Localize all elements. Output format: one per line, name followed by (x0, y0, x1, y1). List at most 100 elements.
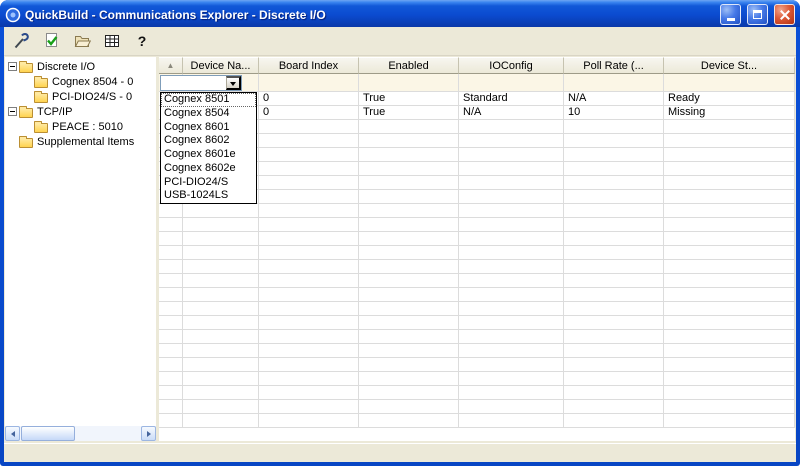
grid-cell (564, 74, 664, 92)
column-header-ioconfig[interactable]: IOConfig (459, 57, 564, 74)
grid-empty-row[interactable] (159, 372, 795, 386)
dropdown-option-cognex-8501[interactable]: Cognex 8501 (161, 93, 256, 107)
grid-cell (664, 344, 795, 358)
grid-empty-row[interactable] (159, 400, 795, 414)
grid-empty-row[interactable] (159, 414, 795, 428)
grid-cell (359, 330, 459, 344)
grid-empty-row[interactable] (159, 218, 795, 232)
column-header-device-st[interactable]: Device St... (664, 57, 795, 74)
grid-empty-row[interactable] (159, 316, 795, 330)
grid-cell (259, 358, 359, 372)
grid-cell (183, 204, 259, 218)
grid-cell (459, 316, 564, 330)
tree-item-peace-5010[interactable]: PEACE : 5010 (5, 119, 156, 134)
dropdown-option-usb-1024ls[interactable]: USB-1024LS (161, 189, 256, 203)
row-selector-cell (159, 386, 183, 400)
grid-cell (359, 274, 459, 288)
dropdown-option-cognex-8602[interactable]: Cognex 8602 (161, 134, 256, 148)
scroll-left-button[interactable] (5, 426, 20, 441)
grid-cell (664, 316, 795, 330)
close-button[interactable] (774, 4, 795, 25)
close-icon (779, 9, 791, 21)
grid-cell (359, 288, 459, 302)
app-icon (5, 7, 21, 23)
column-header-device-na[interactable]: Device Na... (183, 57, 259, 74)
column-header-enabled[interactable]: Enabled (359, 57, 459, 74)
row-selector-cell (159, 218, 183, 232)
tree-item-supplemental-items[interactable]: Supplemental Items (5, 134, 156, 149)
grid-cell: Ready (664, 92, 795, 106)
device-list-button[interactable] (99, 29, 125, 54)
grid-cell (259, 372, 359, 386)
window-title: QuickBuild - Communications Explorer - D… (25, 7, 326, 22)
maximize-button[interactable] (747, 4, 768, 25)
grid-cell (259, 204, 359, 218)
grid-cell (459, 162, 564, 176)
tree-item-discrete-i-o[interactable]: Discrete I/O (5, 59, 156, 74)
grid-empty-row[interactable] (159, 344, 795, 358)
tree-item-tcp-ip[interactable]: TCP/IP (5, 104, 156, 119)
grid-cell (664, 372, 795, 386)
device-name-combobox[interactable] (160, 75, 242, 91)
dropdown-option-cognex-8601[interactable]: Cognex 8601 (161, 121, 256, 135)
folder-icon (34, 76, 48, 88)
grid-cell: True (359, 92, 459, 106)
grid-cell (664, 260, 795, 274)
folder-icon (34, 121, 48, 133)
help-button[interactable]: ? (129, 29, 155, 54)
grid-cell (359, 204, 459, 218)
grid-cell (459, 288, 564, 302)
grid-cell (259, 288, 359, 302)
grid-empty-row[interactable] (159, 358, 795, 372)
grid-cell (459, 386, 564, 400)
tree-item-pci-dio24-s-0[interactable]: PCI-DIO24/S - 0 (5, 89, 156, 104)
toolbar: ? (4, 27, 796, 56)
grid-cell: N/A (459, 106, 564, 120)
grid-new-row[interactable] (159, 74, 795, 92)
tree-item-cognex-8504-0[interactable]: Cognex 8504 - 0 (5, 74, 156, 89)
grid-cell (259, 74, 359, 92)
dropdown-option-pci-dio24-s[interactable]: PCI-DIO24/S (161, 176, 256, 190)
grid-empty-row[interactable] (159, 330, 795, 344)
grid-cell (564, 190, 664, 204)
probe-tool-button[interactable] (9, 29, 35, 54)
grid-cell (359, 246, 459, 260)
grid-empty-row[interactable] (159, 302, 795, 316)
dropdown-option-cognex-8601e[interactable]: Cognex 8601e (161, 148, 256, 162)
column-header-board-index[interactable]: Board Index (259, 57, 359, 74)
scrollbar-thumb[interactable] (21, 426, 75, 441)
grid-empty-row[interactable] (159, 204, 795, 218)
title-bar[interactable]: QuickBuild - Communications Explorer - D… (0, 0, 800, 27)
validate-button[interactable] (39, 29, 65, 54)
scroll-right-button[interactable] (141, 426, 156, 441)
collapse-expander-icon[interactable] (8, 62, 17, 71)
grid-cell (564, 344, 664, 358)
row-selector-cell (159, 232, 183, 246)
dropdown-option-cognex-8602e[interactable]: Cognex 8602e (161, 162, 256, 176)
column-header-poll-rate[interactable]: Poll Rate (... (564, 57, 664, 74)
device-name-input[interactable] (161, 76, 226, 90)
grid-cell (664, 414, 795, 428)
combobox-dropdown-button[interactable] (226, 76, 241, 90)
grid-empty-row[interactable] (159, 288, 795, 302)
scrollbar-track[interactable] (20, 426, 141, 441)
grid-cell (664, 246, 795, 260)
tree-horizontal-scrollbar[interactable] (5, 426, 156, 441)
collapse-expander-icon[interactable] (8, 107, 17, 116)
grid-cell (564, 232, 664, 246)
minimize-button[interactable] (720, 4, 741, 25)
grid-empty-row[interactable] (159, 274, 795, 288)
grid-cell (664, 386, 795, 400)
open-button[interactable] (69, 29, 95, 54)
grid-cell (664, 274, 795, 288)
grid-empty-row[interactable] (159, 386, 795, 400)
row-selector-header[interactable]: ▲ (159, 57, 183, 74)
grid-cell (564, 260, 664, 274)
grid-empty-row[interactable] (159, 232, 795, 246)
grid-empty-row[interactable] (159, 260, 795, 274)
dropdown-option-cognex-8504[interactable]: Cognex 8504 (161, 107, 256, 121)
grid-empty-row[interactable] (159, 246, 795, 260)
grid-cell (664, 358, 795, 372)
row-selector-cell (159, 414, 183, 428)
grid-cell (259, 176, 359, 190)
